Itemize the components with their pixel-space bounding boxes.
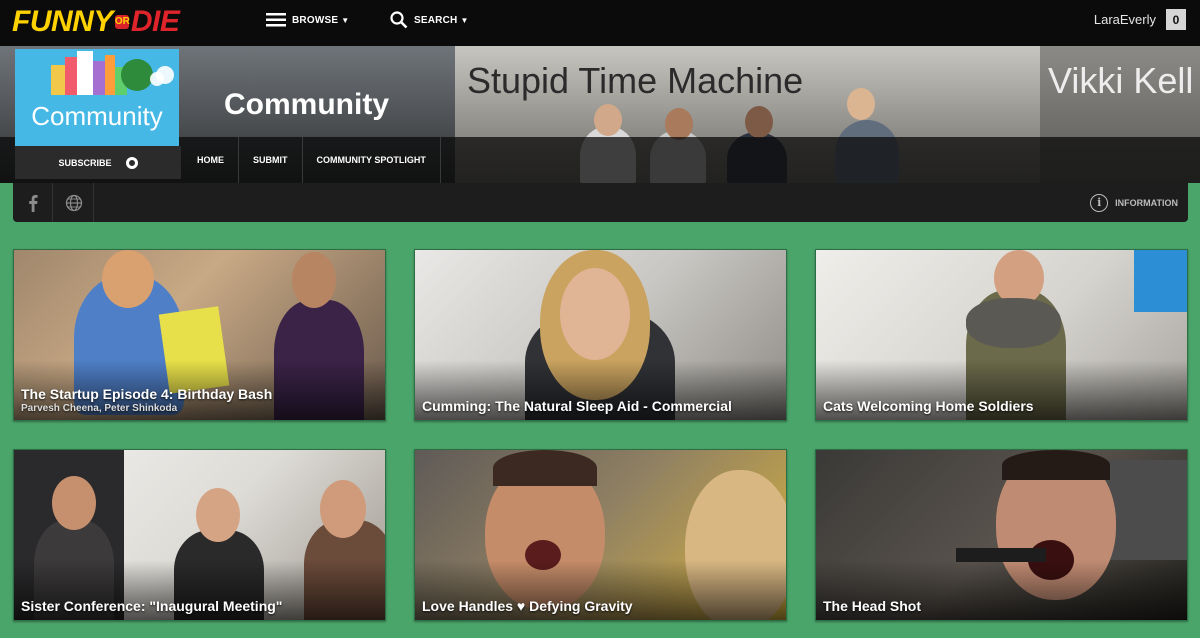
funny-or-die-logo[interactable]: FUNNY OR DIE [12, 4, 180, 40]
logo-die-text: DIE [130, 5, 180, 38]
tab-community-spotlight[interactable]: COMMUNITY SPOTLIGHT [303, 137, 441, 183]
hamburger-icon [266, 13, 286, 27]
globe-icon[interactable] [54, 183, 94, 222]
chevron-down-icon: ▼ [460, 15, 469, 25]
search-icon [390, 11, 408, 29]
video-credits: Parvesh Cheena, Peter Shinkoda [21, 403, 178, 414]
video-title[interactable]: Sister Conference: "Inaugural Meeting" [21, 598, 282, 614]
notification-count-badge[interactable]: 0 [1166, 9, 1186, 30]
page-title: Community [224, 88, 389, 121]
chevron-down-icon: ▼ [341, 15, 350, 25]
search-menu-button[interactable]: SEARCH ▼ [390, 0, 469, 40]
logo-funny-text: FUNNY [12, 5, 113, 38]
community-subnav: HOME SUBMIT COMMUNITY SPOTLIGHT [183, 137, 441, 183]
browse-label: BROWSE [292, 14, 339, 26]
community-avatar: Community [15, 49, 179, 146]
subscribe-label: SUBSCRIBE [58, 157, 112, 168]
subscribe-button[interactable]: SUBSCRIBE [15, 146, 181, 179]
video-card[interactable]: Cats Welcoming Home Soldiers [815, 249, 1188, 421]
video-card[interactable]: The Startup Episode 4: Birthday Bash Par… [13, 249, 386, 421]
video-title[interactable]: Cumming: The Natural Sleep Aid - Commerc… [422, 398, 732, 414]
video-title[interactable]: Love Handles ♥ Defying Gravity [422, 598, 633, 614]
subscribe-toggle-icon [125, 156, 138, 169]
top-navigation-bar: FUNNY OR DIE BROWSE ▼ SEARCH ▼ LaraEverl… [0, 0, 1200, 46]
information-button[interactable]: i INFORMATION [1090, 183, 1178, 222]
tab-home[interactable]: HOME [183, 137, 239, 183]
social-bar: i INFORMATION [13, 183, 1188, 222]
video-card[interactable]: Sister Conference: "Inaugural Meeting" [13, 449, 386, 621]
information-label: INFORMATION [1115, 197, 1178, 208]
username[interactable]: LaraEverly [1094, 12, 1156, 27]
logo-or-text: OR [114, 15, 130, 29]
banner-title-next: Vikki Kell [1048, 60, 1194, 101]
video-title[interactable]: The Head Shot [823, 598, 921, 614]
user-menu[interactable]: LaraEverly 0 [1094, 9, 1186, 30]
video-title[interactable]: Cats Welcoming Home Soldiers [823, 398, 1034, 414]
video-card[interactable]: The Head Shot [815, 449, 1188, 621]
video-card[interactable]: Cumming: The Natural Sleep Aid - Commerc… [414, 249, 787, 421]
facebook-icon[interactable] [13, 183, 53, 222]
search-label: SEARCH [414, 14, 458, 26]
avatar-label: Community [31, 101, 163, 131]
banner-title: Stupid Time Machine [467, 60, 804, 101]
tab-submit[interactable]: SUBMIT [239, 137, 303, 183]
video-title[interactable]: The Startup Episode 4: Birthday Bash [21, 386, 272, 402]
info-icon: i [1090, 193, 1109, 212]
browse-menu-button[interactable]: BROWSE ▼ [266, 0, 349, 40]
video-card[interactable]: Love Handles ♥ Defying Gravity [414, 449, 787, 621]
